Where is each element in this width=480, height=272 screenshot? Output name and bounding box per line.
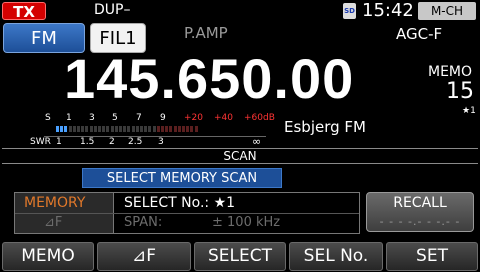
memory-name: Esbjerg FM — [284, 118, 366, 136]
s-meter-label: S — [45, 113, 51, 123]
set-softkey[interactable]: SET — [386, 242, 478, 271]
meter-segment — [161, 126, 164, 132]
memo-select-mark: ★1 — [462, 106, 476, 116]
meter-segment — [77, 126, 80, 132]
meter-segment — [85, 126, 89, 132]
meter-segment — [110, 126, 114, 132]
meter-segment — [89, 126, 93, 132]
s-over-tick: +60dB — [244, 113, 275, 123]
agc-indicator[interactable]: AGC-F — [396, 25, 442, 43]
meter-segment — [123, 126, 127, 132]
memo-label: MEMO — [428, 64, 473, 80]
meter-segment — [140, 126, 143, 132]
df-scan-option[interactable]: ⊿F — [44, 215, 62, 230]
frequency-display[interactable]: 145.650.00 — [64, 46, 354, 111]
clock: 15:42 — [362, 0, 414, 21]
meter-segment — [148, 126, 152, 132]
meter-segment — [60, 126, 64, 132]
recall-label: RECALL — [393, 195, 447, 211]
tx-indicator: TX — [2, 2, 46, 21]
swr-scale-tick: 3 — [158, 137, 164, 147]
memory-channel-mode[interactable]: M-CH — [418, 2, 476, 20]
memo-softkey[interactable]: MEMO — [2, 242, 94, 271]
meter-segment — [194, 126, 198, 132]
meter-segment — [156, 126, 160, 132]
meter-segment — [127, 126, 131, 132]
meter-segment — [177, 126, 181, 132]
recall-frequency: - - - -.- - -.- - — [379, 215, 461, 228]
meter-segment — [93, 126, 97, 132]
meter-segment — [190, 126, 194, 132]
memory-scan-option[interactable]: MEMORY — [24, 195, 85, 211]
swr-infinity: ∞ — [252, 135, 262, 148]
meter-segment — [72, 126, 76, 132]
s-scale-tick: 1 — [66, 113, 72, 123]
select-number-softkey[interactable]: SEL No. — [289, 242, 383, 271]
meter-segment — [106, 126, 110, 132]
divider — [15, 213, 359, 214]
s-scale-tick: 5 — [112, 113, 118, 123]
sd-card-icon: SD — [343, 3, 356, 19]
meter-segment — [64, 126, 68, 132]
meter-segment — [102, 126, 106, 132]
df-softkey[interactable]: ⊿F — [97, 242, 191, 271]
scan-title: SCAN — [2, 148, 478, 164]
s-scale-tick: 7 — [136, 113, 142, 123]
meter-segment — [186, 126, 190, 132]
meter-segment — [165, 126, 169, 132]
meter-divider — [44, 136, 266, 137]
meter-segment — [56, 126, 59, 132]
swr-scale-tick: 1 — [56, 137, 62, 147]
s-scale-tick: 3 — [89, 113, 95, 123]
meter-segment — [135, 126, 139, 132]
preamp-indicator[interactable]: P.AMP — [184, 24, 228, 42]
memo-channel-number: 15 — [446, 79, 474, 104]
meter-bar — [56, 126, 200, 132]
select-softkey[interactable]: SELECT — [194, 242, 286, 271]
meter-segment — [169, 126, 173, 132]
span-label: SPAN: — [124, 215, 163, 230]
meter-segment — [131, 126, 135, 132]
meter-segment — [81, 126, 85, 132]
meter-segment — [119, 126, 122, 132]
swr-label: SWR — [30, 137, 51, 147]
swr-scale-tick: 1.5 — [80, 137, 95, 147]
swr-scale-tick: 2 — [109, 137, 115, 147]
meter-segment — [114, 126, 118, 132]
meter-segment — [152, 126, 156, 132]
swr-scale-tick: 2.5 — [128, 137, 143, 147]
s-over-tick: +20 — [184, 113, 203, 123]
meter-segment — [173, 126, 177, 132]
meter-segment — [98, 126, 101, 132]
s-scale-tick: 9 — [160, 113, 166, 123]
duplex-indicator: DUP– — [94, 2, 131, 18]
meter-segment — [182, 126, 185, 132]
span-value: ± 100 kHz — [212, 215, 281, 230]
s-over-tick: +40 — [214, 113, 233, 123]
meter-segment — [68, 126, 72, 132]
meter-segment — [144, 126, 148, 132]
scan-type-selected[interactable]: SELECT MEMORY SCAN — [82, 168, 282, 188]
select-number-value: SELECT No.: ★1 — [124, 195, 236, 211]
